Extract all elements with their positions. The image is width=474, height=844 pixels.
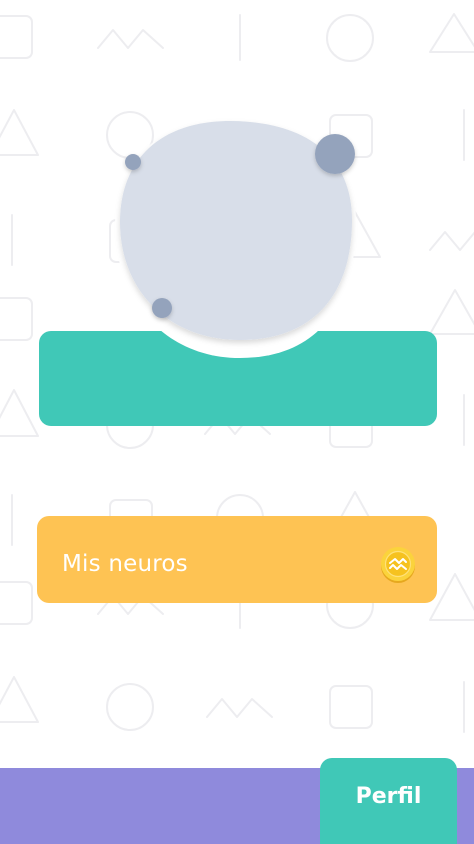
mis-neuros-button[interactable]: Mis neuros <box>37 516 437 603</box>
avatar-dot-medium <box>152 298 172 318</box>
mis-neuros-label: Mis neuros <box>62 551 188 577</box>
avatar[interactable] <box>0 0 474 440</box>
tab-perfil-label: Perfil <box>355 784 422 809</box>
tab-perfil[interactable]: Perfil <box>320 758 457 844</box>
coin-icon <box>381 547 415 583</box>
avatar-dot-small <box>125 154 141 170</box>
avatar-dot-large <box>315 134 355 174</box>
